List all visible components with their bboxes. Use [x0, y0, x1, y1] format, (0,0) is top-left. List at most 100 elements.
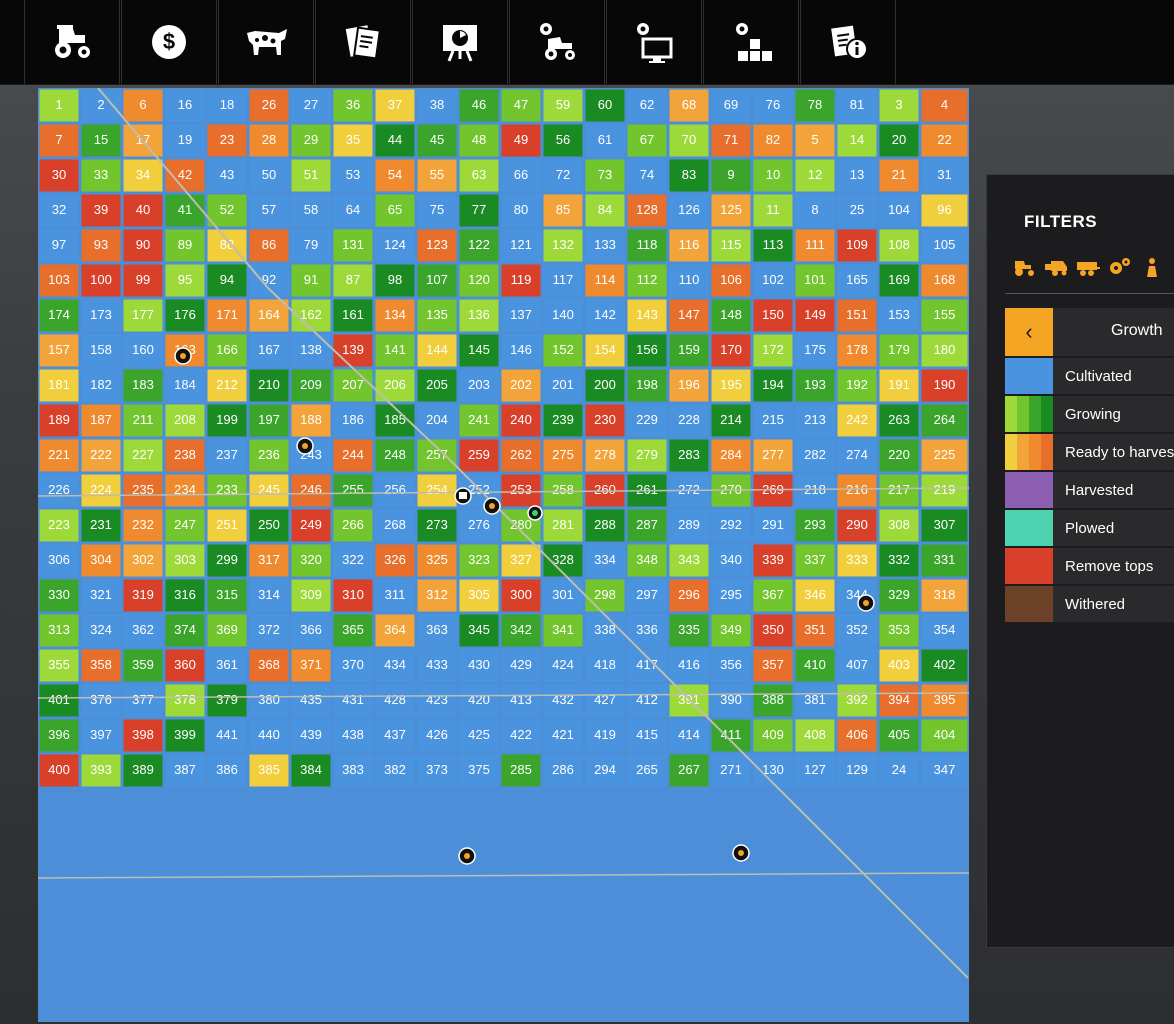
- field-291[interactable]: 291: [753, 509, 793, 542]
- field-77[interactable]: 77: [459, 194, 499, 227]
- field-367[interactable]: 367: [753, 579, 793, 612]
- field-384[interactable]: 384: [291, 754, 331, 787]
- field-155[interactable]: 155: [921, 299, 968, 332]
- field-154[interactable]: 154: [585, 334, 625, 367]
- field-68[interactable]: 68: [669, 89, 709, 122]
- field-184[interactable]: 184: [165, 369, 205, 402]
- field-335[interactable]: 335: [669, 614, 709, 647]
- field-101[interactable]: 101: [795, 264, 835, 297]
- field-196[interactable]: 196: [669, 369, 709, 402]
- field-407[interactable]: 407: [837, 649, 877, 682]
- field-386[interactable]: 386: [207, 754, 247, 787]
- field-383[interactable]: 383: [333, 754, 373, 787]
- field-317[interactable]: 317: [249, 544, 289, 577]
- field-54[interactable]: 54: [375, 159, 415, 192]
- field-138[interactable]: 138: [291, 334, 331, 367]
- field-134[interactable]: 134: [375, 299, 415, 332]
- field-304[interactable]: 304: [81, 544, 121, 577]
- field-110[interactable]: 110: [669, 264, 709, 297]
- field-172[interactable]: 172: [753, 334, 793, 367]
- field-147[interactable]: 147: [669, 299, 709, 332]
- field-282[interactable]: 282: [795, 439, 835, 472]
- field-255[interactable]: 255: [333, 474, 373, 507]
- field-266[interactable]: 266: [333, 509, 373, 542]
- field-402[interactable]: 402: [921, 649, 968, 682]
- field-18[interactable]: 18: [207, 89, 247, 122]
- field-44[interactable]: 44: [375, 124, 415, 157]
- field-28[interactable]: 28: [249, 124, 289, 157]
- field-140[interactable]: 140: [543, 299, 583, 332]
- field-12[interactable]: 12: [795, 159, 835, 192]
- field-11[interactable]: 11: [753, 194, 793, 227]
- field-327[interactable]: 327: [501, 544, 541, 577]
- field-142[interactable]: 142: [585, 299, 625, 332]
- field-108[interactable]: 108: [879, 229, 919, 262]
- field-262[interactable]: 262: [501, 439, 541, 472]
- field-248[interactable]: 248: [375, 439, 415, 472]
- field-273[interactable]: 273: [417, 509, 457, 542]
- field-398[interactable]: 398: [123, 719, 163, 752]
- field-23[interactable]: 23: [207, 124, 247, 157]
- field-90[interactable]: 90: [123, 229, 163, 262]
- previous-filter-button[interactable]: ‹: [1005, 308, 1053, 356]
- field-404[interactable]: 404: [921, 719, 968, 752]
- field-32[interactable]: 32: [39, 194, 79, 227]
- gears-icon[interactable]: [1107, 255, 1133, 279]
- field-1[interactable]: 1: [39, 89, 79, 122]
- field-287[interactable]: 287: [627, 509, 667, 542]
- field-189[interactable]: 189: [39, 404, 79, 437]
- field-351[interactable]: 351: [795, 614, 835, 647]
- field-315[interactable]: 315: [207, 579, 247, 612]
- field-316[interactable]: 316: [165, 579, 205, 612]
- field-356[interactable]: 356: [711, 649, 751, 682]
- field-293[interactable]: 293: [795, 509, 835, 542]
- field-81[interactable]: 81: [837, 89, 877, 122]
- field-62[interactable]: 62: [627, 89, 667, 122]
- field-301[interactable]: 301: [543, 579, 583, 612]
- field-440[interactable]: 440: [249, 719, 289, 752]
- field-249[interactable]: 249: [291, 509, 331, 542]
- field-225[interactable]: 225: [921, 439, 968, 472]
- field-173[interactable]: 173: [81, 299, 121, 332]
- field-56[interactable]: 56: [543, 124, 583, 157]
- field-369[interactable]: 369: [207, 614, 247, 647]
- field-360[interactable]: 360: [165, 649, 205, 682]
- field-7[interactable]: 7: [39, 124, 79, 157]
- field-373[interactable]: 373: [417, 754, 457, 787]
- field-152[interactable]: 152: [543, 334, 583, 367]
- field-320[interactable]: 320: [291, 544, 331, 577]
- field-58[interactable]: 58: [291, 194, 331, 227]
- field-87[interactable]: 87: [333, 264, 373, 297]
- field-274[interactable]: 274: [837, 439, 877, 472]
- field-326[interactable]: 326: [375, 544, 415, 577]
- field-157[interactable]: 157: [39, 334, 79, 367]
- field-63[interactable]: 63: [459, 159, 499, 192]
- field-35[interactable]: 35: [333, 124, 373, 157]
- field-66[interactable]: 66: [501, 159, 541, 192]
- field-181[interactable]: 181: [39, 369, 79, 402]
- field-51[interactable]: 51: [291, 159, 331, 192]
- field-347[interactable]: 347: [921, 754, 968, 787]
- field-238[interactable]: 238: [165, 439, 205, 472]
- field-6[interactable]: 6: [123, 89, 163, 122]
- field-324[interactable]: 324: [81, 614, 121, 647]
- field-310[interactable]: 310: [333, 579, 373, 612]
- field-118[interactable]: 118: [627, 229, 667, 262]
- field-245[interactable]: 245: [249, 474, 289, 507]
- field-408[interactable]: 408: [795, 719, 835, 752]
- field-171[interactable]: 171: [207, 299, 247, 332]
- field-20[interactable]: 20: [879, 124, 919, 157]
- field-211[interactable]: 211: [123, 404, 163, 437]
- field-217[interactable]: 217: [879, 474, 919, 507]
- legend-item-plowed[interactable]: Plowed: [1005, 510, 1174, 546]
- field-366[interactable]: 366: [291, 614, 331, 647]
- menu-tab-contracts[interactable]: [315, 0, 411, 84]
- field-176[interactable]: 176: [165, 299, 205, 332]
- field-218[interactable]: 218: [795, 474, 835, 507]
- field-114[interactable]: 114: [585, 264, 625, 297]
- field-13[interactable]: 13: [837, 159, 877, 192]
- field-372[interactable]: 372: [249, 614, 289, 647]
- field-294[interactable]: 294: [585, 754, 625, 787]
- field-233[interactable]: 233: [207, 474, 247, 507]
- field-435[interactable]: 435: [291, 684, 331, 717]
